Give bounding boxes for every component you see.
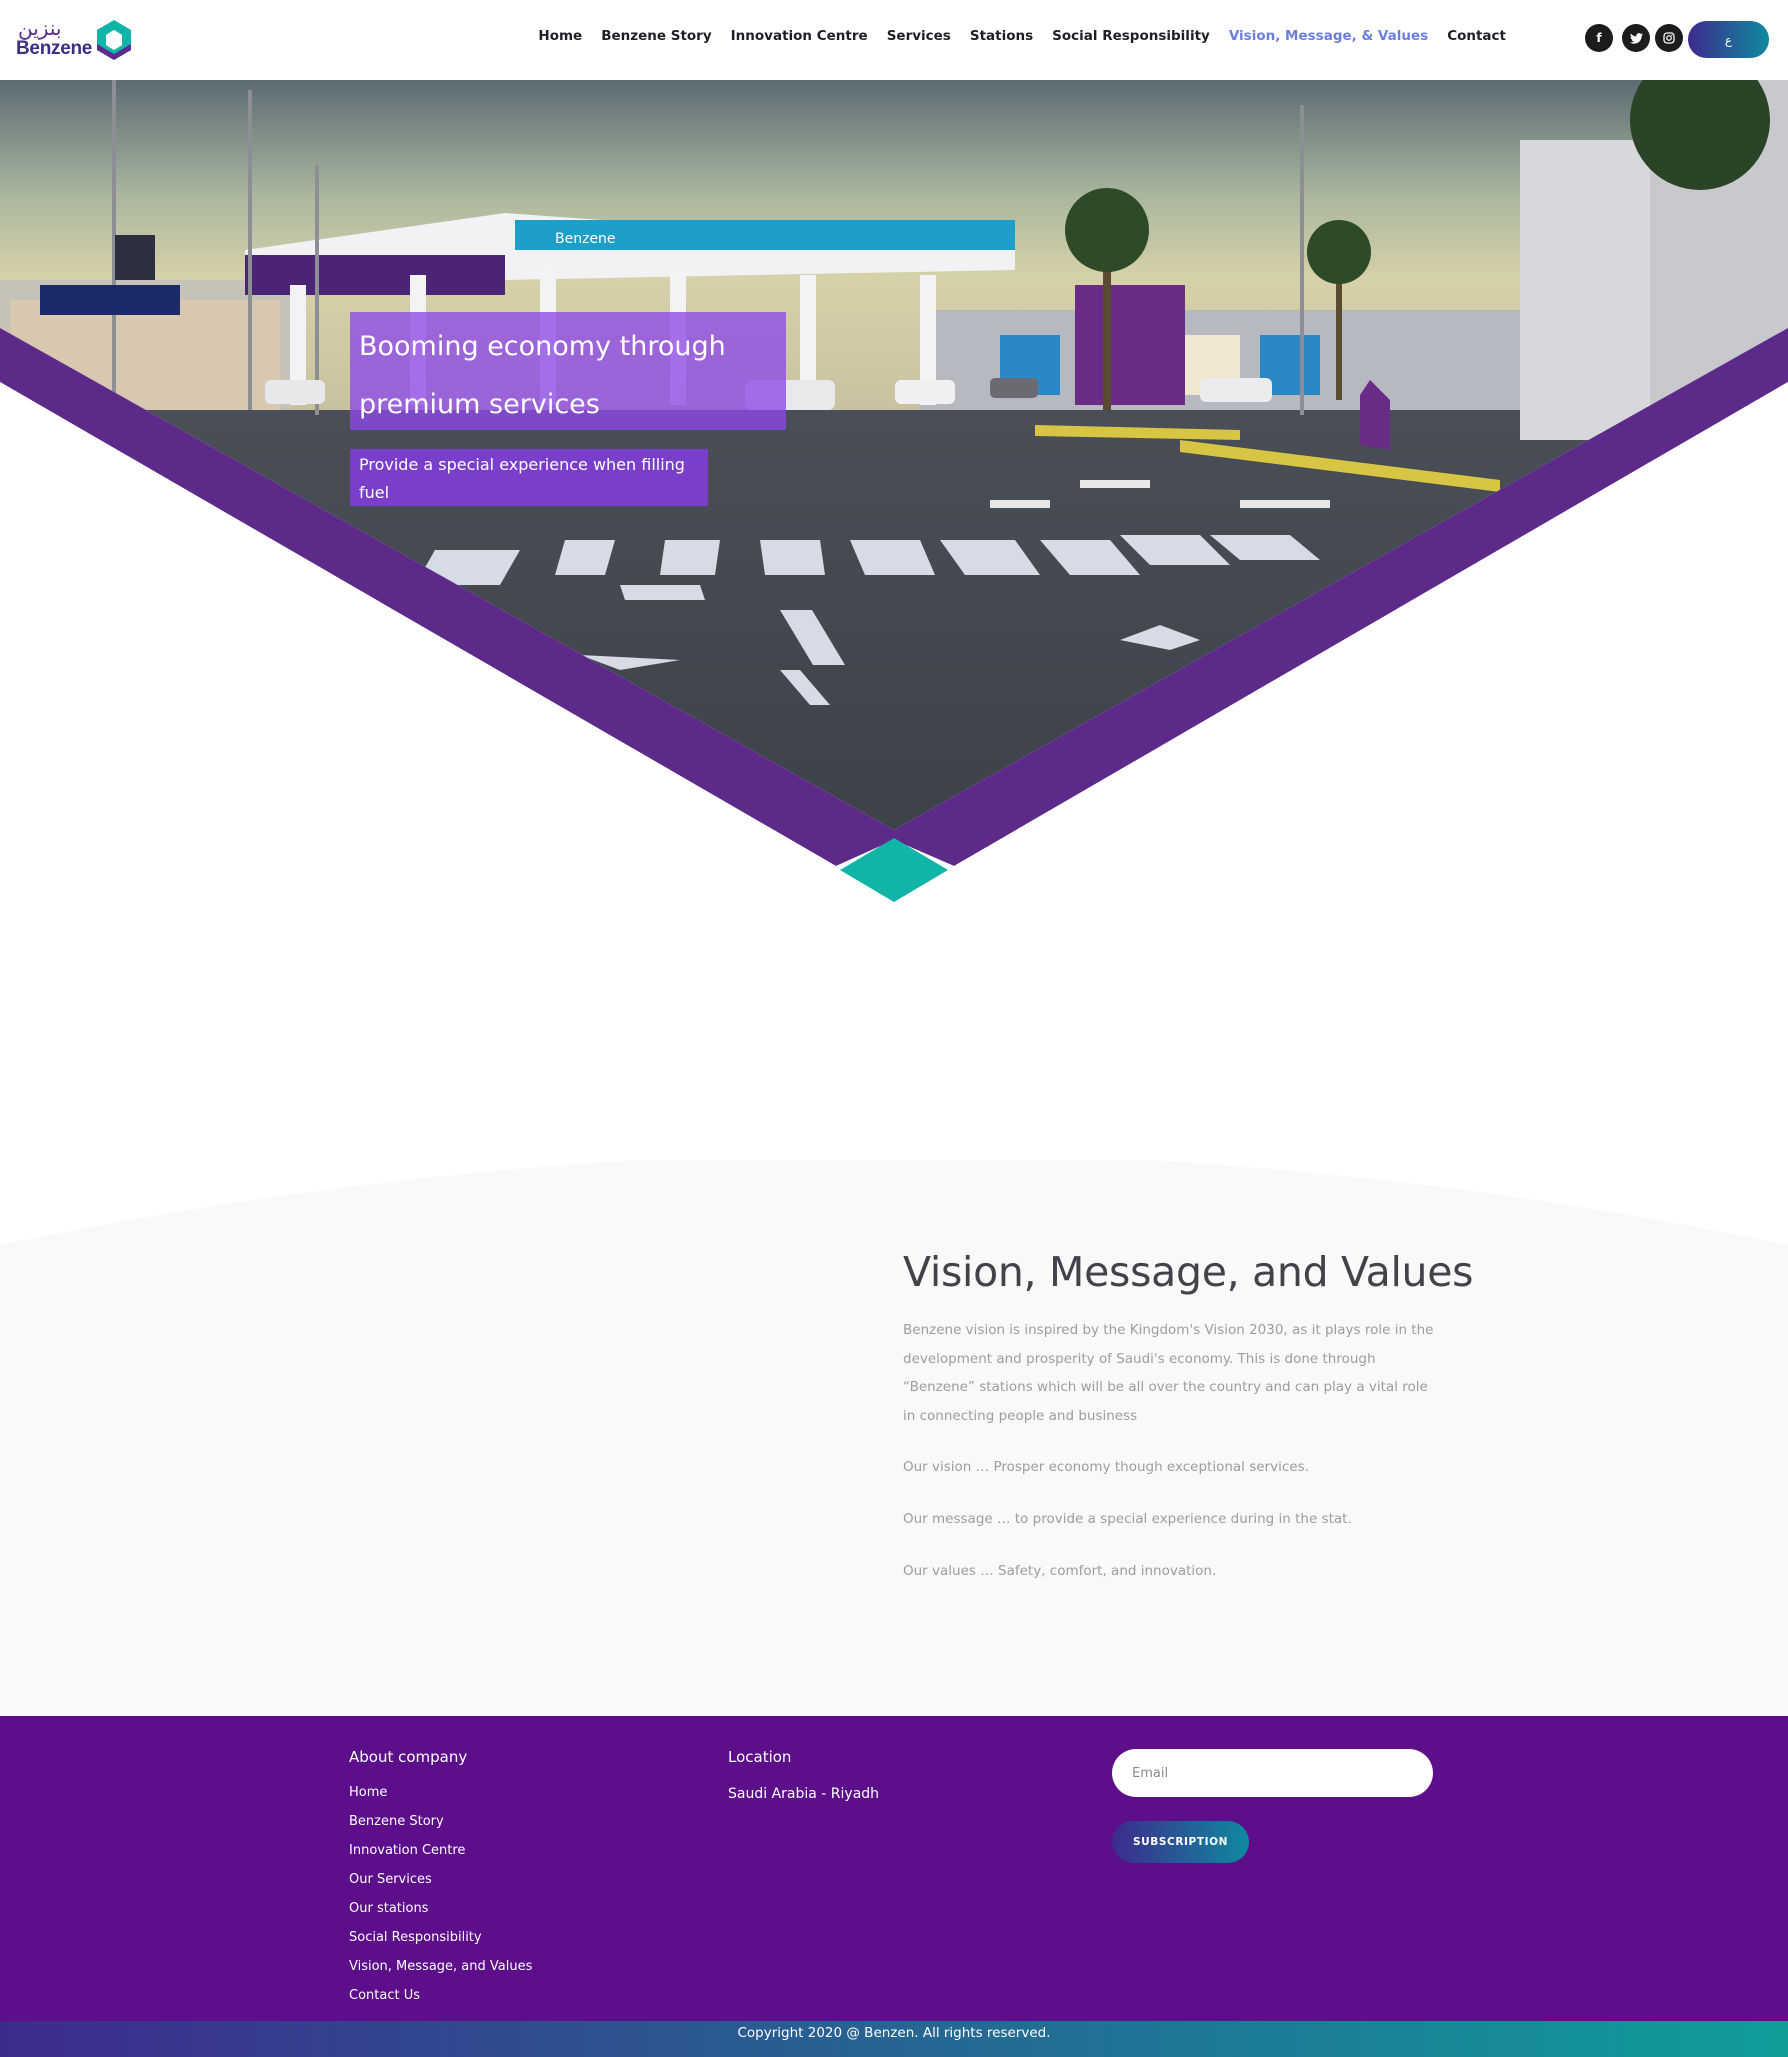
instagram-icon[interactable] [1655,24,1683,52]
hero-subtitle-line2: fuel [359,483,390,502]
footer-link-vision-message-values[interactable]: Vision, Message, and Values [349,1959,532,1974]
hero-section: Benzene Booming economy through premium … [0,80,1788,910]
hero-title-line1: Booming economy through [359,331,726,362]
footer-location-text: Saudi Arabia - Riyadh [728,1786,880,1802]
benzene-logo[interactable]: بنزين Benzene [16,16,136,64]
nav-services[interactable]: Services [887,28,951,44]
hero-illustration: Benzene [0,80,1788,910]
nav-vision-message-values[interactable]: Vision, Message, & Values [1229,28,1428,44]
logo-text: Benzene [16,38,93,59]
footer-location-heading: Location [728,1748,792,1766]
nav-contact[interactable]: Contact [1447,28,1506,44]
copyright-text: Copyright 2020 @ Benzen. All rights rese… [737,2025,1051,2041]
nav-home[interactable]: Home [538,28,582,44]
hero-title: Booming economy through premium services [350,312,786,430]
footer-link-social-responsibility[interactable]: Social Responsibility [349,1930,482,1945]
footer-link-our-services[interactable]: Our Services [349,1872,432,1887]
content-background [0,1160,1788,1716]
instagram-glyph-icon [1663,32,1675,44]
footer-link-our-stations[interactable]: Our stations [349,1901,428,1916]
page: بنزين Benzene Home Benzene Story Innovat… [0,0,1788,2057]
twitter-icon[interactable] [1622,24,1650,52]
nav-benzene-story[interactable]: Benzene Story [601,28,711,44]
language-label: ع [1724,32,1733,47]
footer-about-heading: About company [349,1748,468,1766]
hero-subtitle: Provide a special experience when fillin… [350,449,708,506]
vision-intro: Benzene vision is inspired by the Kingdo… [903,1322,1434,1424]
facebook-icon[interactable]: f [1585,24,1613,52]
site-header: بنزين Benzene Home Benzene Story Innovat… [0,0,1788,80]
email-input[interactable] [1112,1749,1433,1797]
language-toggle-button[interactable]: ع [1688,21,1769,58]
nav-social-responsibility[interactable]: Social Responsibility [1052,28,1210,44]
hero-title-line2: premium services [359,389,600,420]
logo-arabic-text: بنزين [18,16,62,40]
footer-link-contact-us[interactable]: Contact Us [349,1988,420,2003]
twitter-bird-icon [1629,32,1643,44]
subscription-button[interactable]: SUBSCRIPTION [1112,1821,1249,1863]
main-nav: Home Benzene Story Innovation Centre Ser… [519,28,1506,44]
vision-statement: Our vision … Prosper economy though exce… [903,1459,1309,1475]
footer-link-benzene-story[interactable]: Benzene Story [349,1814,444,1829]
values-statement: Our values … Safety, comfort, and innova… [903,1563,1217,1579]
canopy-sign-text: Benzene [555,231,616,247]
nav-innovation-centre[interactable]: Innovation Centre [731,28,868,44]
footer-link-home[interactable]: Home [349,1785,387,1800]
footer-link-innovation-centre[interactable]: Innovation Centre [349,1843,465,1858]
hexagon-logo-icon [97,20,131,60]
site-footer [0,1716,1788,2021]
vision-heading: Vision, Message, and Values [903,1248,1474,1296]
message-statement: Our message … to provide a special exper… [903,1511,1352,1527]
hero-subtitle-line1: Provide a special experience when fillin… [359,455,685,474]
nav-stations[interactable]: Stations [970,28,1033,44]
